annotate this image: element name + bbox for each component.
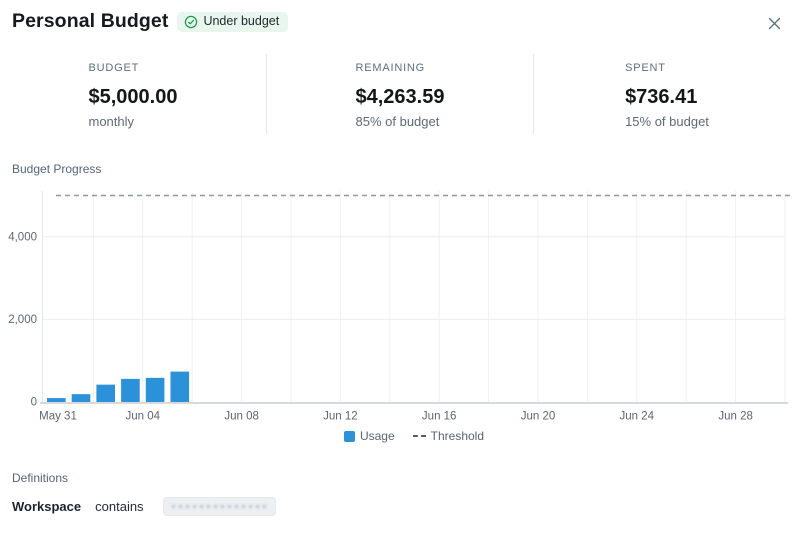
legend-item-threshold[interactable]: Threshold [413,429,484,443]
svg-text:Jun 24: Jun 24 [620,411,655,423]
check-circle-icon [184,15,198,29]
chart-legend: Usage Threshold [43,429,785,443]
svg-text:2,000: 2,000 [8,314,37,326]
stat-budget-label: BUDGET [89,62,178,74]
definition-value-redacted [163,497,276,516]
definitions-section-title: Definitions [12,471,68,485]
page-title: Personal Budget [12,10,168,33]
svg-text:Jun 04: Jun 04 [126,411,161,423]
stat-spent-label: SPENT [625,62,709,74]
threshold-dash-icon [413,435,426,437]
chart-section-title: Budget Progress [12,162,101,176]
stat-remaining: REMAINING $4,263.59 85% of budget [266,54,533,134]
budget-panel: Personal Budget Under budget BUDGET $5,0… [0,0,800,543]
status-badge-label: Under budget [203,15,279,28]
stat-spent-value: $736.41 [625,86,709,109]
svg-text:Jun 20: Jun 20 [521,411,556,423]
panel-header: Personal Budget Under budget [12,10,288,33]
stat-spent: SPENT $736.41 15% of budget [533,54,800,134]
stat-budget-value: $5,000.00 [89,86,178,109]
stat-spent-sub: 15% of budget [625,114,709,129]
svg-text:Jun 12: Jun 12 [323,411,358,423]
stat-remaining-sub: 85% of budget [356,114,445,129]
svg-text:Jun 08: Jun 08 [224,411,259,423]
svg-text:May 31: May 31 [39,411,77,423]
close-icon [767,16,782,31]
close-button[interactable] [763,12,785,34]
budget-progress-chart: 0 2,000 4,000 May 31 Jun 04 Jun 08 Jun 12 Jun 1… [0,183,800,428]
svg-text:4,000: 4,000 [8,231,37,243]
stats-row: BUDGET $5,000.00 monthly REMAINING $4,26… [0,54,800,134]
svg-text:Jun 28: Jun 28 [718,411,753,423]
legend-item-usage[interactable]: Usage [344,429,395,443]
definition-term: Workspace [12,499,81,514]
usage-swatch-icon [344,431,355,442]
stat-remaining-label: REMAINING [356,62,445,74]
stat-remaining-value: $4,263.59 [356,86,445,109]
stat-budget-sub: monthly [89,114,178,129]
legend-threshold-label: Threshold [431,429,484,443]
legend-usage-label: Usage [360,429,395,443]
definition-operator: contains [95,499,143,514]
svg-text:0: 0 [31,397,37,409]
status-badge: Under budget [177,12,288,32]
definition-row: Workspace contains [12,497,276,516]
stat-budget: BUDGET $5,000.00 monthly [0,54,266,134]
svg-text:Jun 16: Jun 16 [422,411,457,423]
